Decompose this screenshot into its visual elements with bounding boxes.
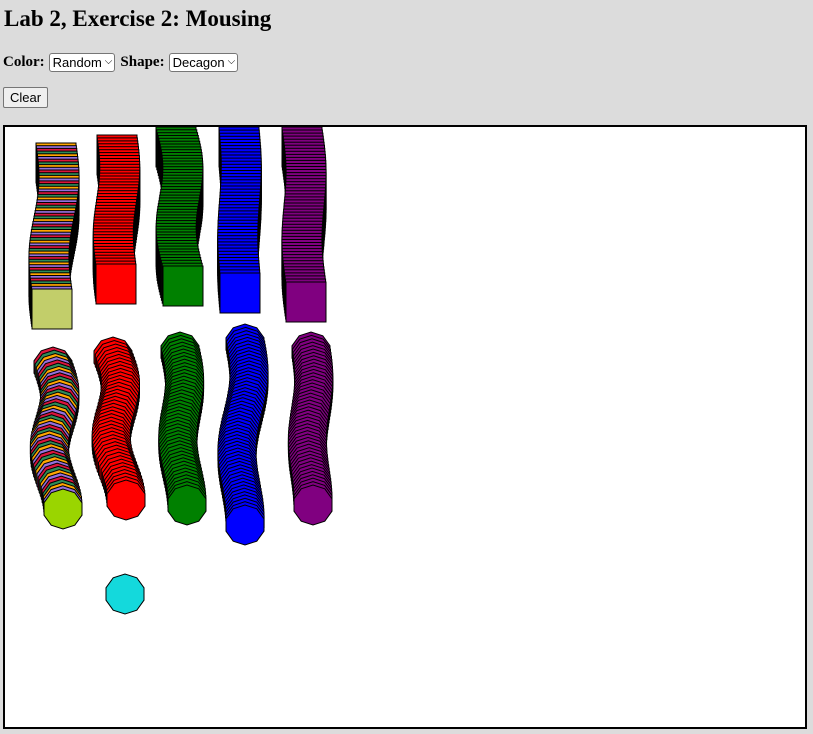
decagon-mark xyxy=(105,573,145,615)
square-mark xyxy=(31,288,73,330)
square-mark xyxy=(285,281,327,323)
controls-bar: Color: Random ⌵ Shape: Decagon ⌵ xyxy=(3,52,243,72)
page-title: Lab 2, Exercise 2: Mousing xyxy=(4,6,272,31)
decagon-mark xyxy=(167,484,207,526)
decagon-mark xyxy=(225,504,265,546)
chevron-down-icon: ⌵ xyxy=(104,56,113,67)
canvas-drawing-layer xyxy=(28,127,334,615)
color-select[interactable]: Random ⌵ xyxy=(48,52,116,72)
shape-select-value: Decagon xyxy=(172,54,225,70)
square-mark xyxy=(95,263,137,305)
chevron-down-icon: ⌵ xyxy=(227,56,236,67)
color-label: Color: xyxy=(3,53,45,70)
clear-button[interactable]: Clear xyxy=(3,87,49,108)
decagon-mark xyxy=(106,479,146,521)
shape-select[interactable]: Decagon ⌵ xyxy=(168,52,239,72)
decagon-mark xyxy=(293,484,333,526)
color-select-value: Random xyxy=(52,54,102,70)
drawing-canvas[interactable] xyxy=(3,125,807,729)
square-mark xyxy=(162,265,204,307)
shape-label: Shape: xyxy=(120,53,165,70)
square-mark xyxy=(219,272,261,314)
decagon-mark xyxy=(43,488,83,530)
